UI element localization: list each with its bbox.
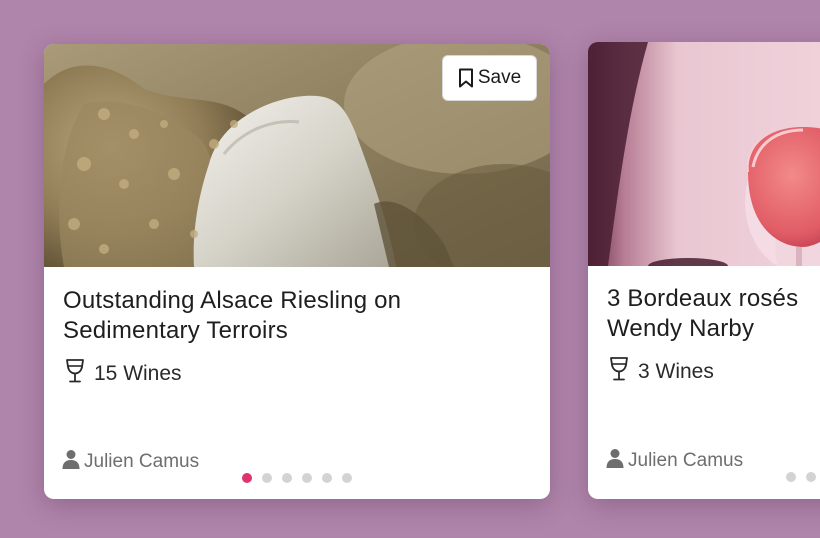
author-name: Julien Camus bbox=[628, 450, 744, 471]
wine-list-card[interactable]: 3 Bordeaux rosés Wendy Narby 3 Wines Jul… bbox=[588, 42, 820, 499]
user-icon bbox=[62, 449, 80, 475]
wine-list-carousel: Save Outstanding Alsace Riesling on Sedi… bbox=[0, 0, 820, 538]
save-label: Save bbox=[477, 67, 522, 88]
wines-count-label: 15 Wines bbox=[94, 362, 182, 385]
author[interactable]: Julien Camus bbox=[606, 448, 743, 474]
card-photo bbox=[588, 42, 820, 266]
pagination-dot[interactable] bbox=[302, 473, 312, 483]
card-title[interactable]: 3 Bordeaux rosés Wendy Narby bbox=[607, 284, 820, 344]
wine-glass-icon bbox=[64, 358, 86, 390]
user-icon bbox=[606, 448, 624, 474]
rose-wine-glass-photo bbox=[588, 42, 820, 266]
pagination-dot[interactable] bbox=[322, 473, 332, 483]
save-button[interactable]: Save bbox=[442, 55, 537, 101]
pagination-dot[interactable] bbox=[342, 473, 352, 483]
card-title[interactable]: Outstanding Alsace Riesling on Sedimenta… bbox=[63, 286, 533, 346]
pagination-dot[interactable] bbox=[786, 472, 796, 482]
pagination-dot[interactable] bbox=[806, 472, 816, 482]
author-name: Julien Camus bbox=[84, 451, 200, 472]
wine-list-card[interactable]: Save Outstanding Alsace Riesling on Sedi… bbox=[44, 44, 550, 499]
card-title-text: 3 Bordeaux rosés Wendy Narby bbox=[607, 285, 799, 342]
image-pagination-dots bbox=[786, 472, 816, 482]
wine-glass-icon bbox=[608, 356, 630, 388]
wines-count: 3 Wines bbox=[608, 356, 714, 388]
author[interactable]: Julien Camus bbox=[62, 449, 199, 475]
bookmark-icon bbox=[458, 68, 474, 88]
card-photo: Save bbox=[44, 44, 550, 267]
image-pagination-dots bbox=[242, 473, 352, 483]
pagination-dot[interactable] bbox=[282, 473, 292, 483]
wines-count-label: 3 Wines bbox=[638, 360, 714, 383]
pagination-dot-active[interactable] bbox=[242, 473, 252, 483]
pagination-dot[interactable] bbox=[262, 473, 272, 483]
wines-count: 15 Wines bbox=[64, 358, 182, 390]
